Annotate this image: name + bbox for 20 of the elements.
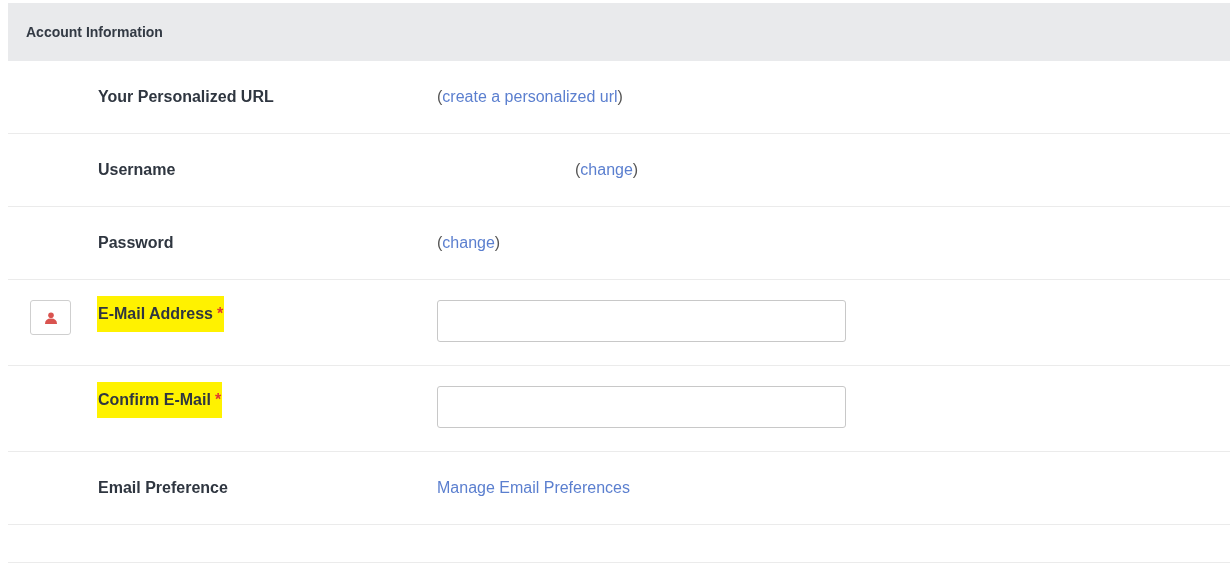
- field-label: Password: [97, 233, 175, 253]
- input-field[interactable]: [437, 300, 846, 342]
- parenthesis: (: [437, 233, 443, 253]
- link[interactable]: change: [580, 158, 633, 182]
- parenthesis: ): [494, 233, 501, 253]
- input-field[interactable]: [437, 386, 846, 428]
- section-title: Account Information: [26, 22, 163, 42]
- link[interactable]: create a personalized url: [442, 85, 618, 109]
- field-label: Confirm E-Mail *: [97, 382, 223, 418]
- parenthesis: (: [437, 87, 443, 107]
- field-label: Email Preference: [97, 478, 229, 498]
- parenthesis: ): [617, 87, 623, 107]
- link[interactable]: Manage Email Preferences: [437, 479, 630, 496]
- field-label: E-Mail Address *: [97, 296, 225, 332]
- parenthesis: (: [575, 160, 581, 180]
- field-label: Username: [97, 160, 177, 180]
- user-icon[interactable]: [30, 300, 71, 335]
- field-label: Your Personalized URL: [97, 87, 275, 107]
- link[interactable]: change: [442, 231, 495, 255]
- parenthesis: ): [632, 160, 639, 180]
